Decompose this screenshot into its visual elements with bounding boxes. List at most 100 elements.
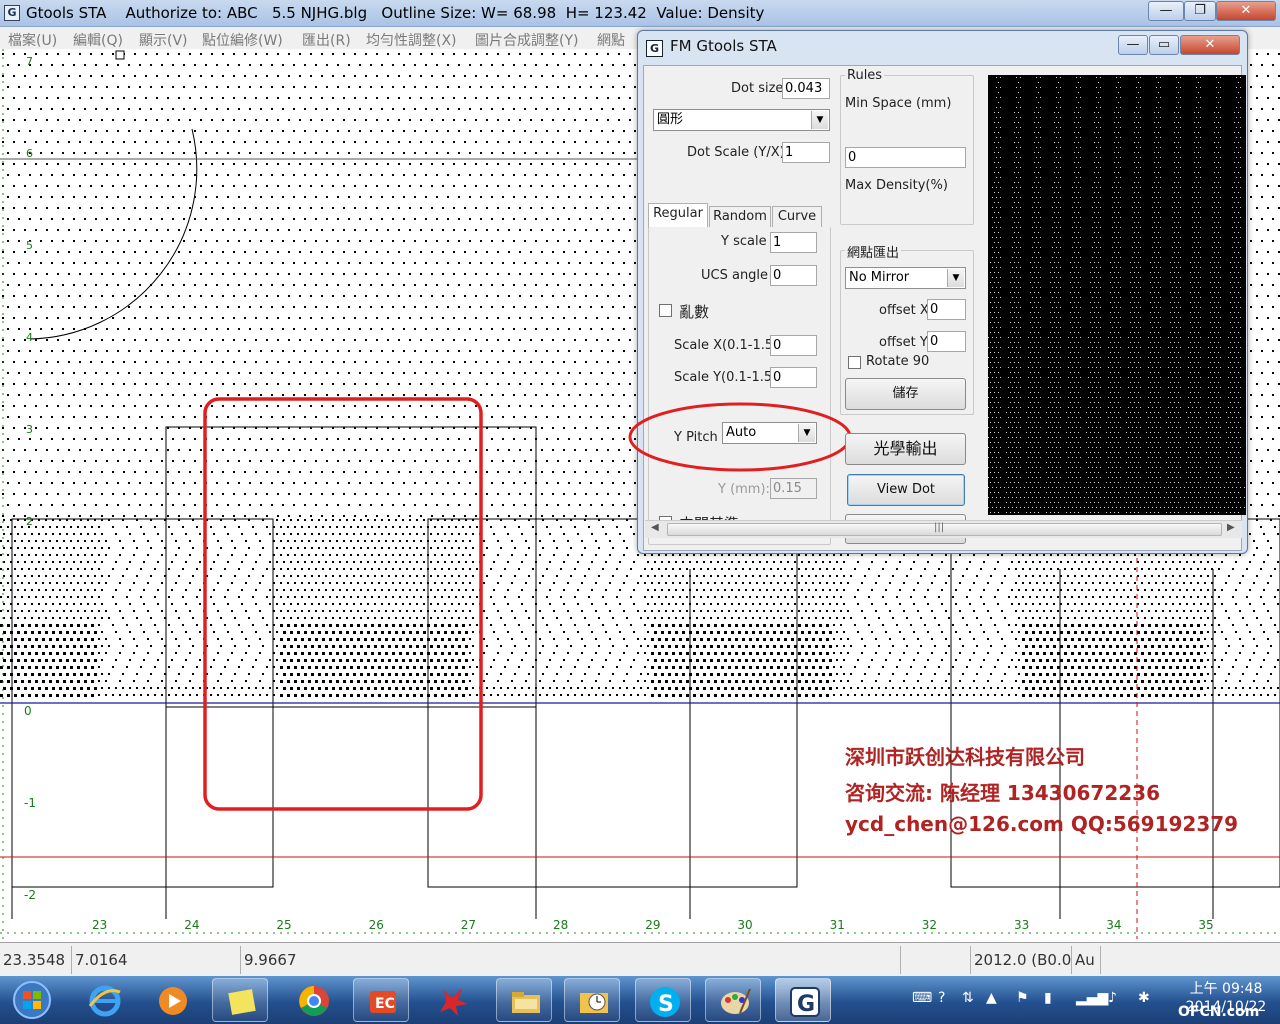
x-axis-ticks: 23 24 25 26 27 28 29 30 31 32 33 34 35 <box>92 918 1214 932</box>
annotation-rectangle <box>203 397 483 811</box>
tab-random[interactable]: Random <box>709 206 771 228</box>
site-watermark: OFCN.com <box>1178 1004 1260 1020</box>
horizontal-scrollbar[interactable]: ◀ ||| ▶ <box>645 520 1242 538</box>
dialog-minimize-button[interactable]: — <box>1118 35 1148 55</box>
skype-icon[interactable]: S <box>635 978 691 1022</box>
scroll-left-icon[interactable]: ◀ <box>651 522 659 533</box>
x-tick-label: 28 <box>553 918 568 932</box>
outlook-icon[interactable] <box>564 978 620 1022</box>
menu-uniformity[interactable]: 均勻性調整(X) <box>366 30 457 50</box>
x-tick-label: 33 <box>1014 918 1029 932</box>
mirror-select[interactable]: No Mirror ▼ <box>845 267 966 289</box>
battery-icon[interactable]: ▮ <box>1044 990 1052 1006</box>
flag-icon[interactable]: ⚑ <box>1016 990 1029 1006</box>
tab-curve[interactable]: Curve <box>772 206 822 228</box>
density-preview <box>988 75 1246 515</box>
gtools-icon: G <box>4 5 20 21</box>
scroll-right-icon[interactable]: ▶ <box>1227 522 1235 533</box>
watermark-company: 深圳市跃创达科技有限公司 <box>845 745 1085 769</box>
status-value: 9.9667 <box>244 951 297 969</box>
menu-export[interactable]: 匯出(R) <box>302 30 351 50</box>
people-icon[interactable]: ✱ <box>1138 990 1150 1006</box>
signal-icon[interactable]: ▂▄▆ <box>1076 990 1108 1006</box>
y-scale-input[interactable]: 1 <box>770 232 817 253</box>
scale-y-input[interactable]: 0 <box>770 367 817 388</box>
menu-file[interactable]: 檔案(U) <box>8 30 57 50</box>
menu-view[interactable]: 顯示(V) <box>139 30 188 50</box>
svg-text:EC: EC <box>375 996 395 1012</box>
dot-size-input[interactable]: 0.043 <box>782 78 830 99</box>
dialog-close-button[interactable]: ✕ <box>1180 35 1240 55</box>
restore-button[interactable]: ❐ <box>1184 1 1216 21</box>
paint-splash-icon[interactable] <box>424 978 480 1022</box>
x-tick-label: 30 <box>737 918 752 932</box>
y-tick-label: -1 <box>24 796 36 810</box>
dialog-maximize-button[interactable]: ▭ <box>1149 35 1179 55</box>
scale-x-input[interactable]: 0 <box>770 335 817 356</box>
x-tick-label: 24 <box>184 918 199 932</box>
x-tick-label: 26 <box>369 918 384 932</box>
export-label: 網點匯出 <box>845 242 902 261</box>
x-tick-label: 34 <box>1106 918 1121 932</box>
y-tick-label: -2 <box>24 888 36 902</box>
y-axis-ticks: 0 -1 -2 <box>24 704 36 902</box>
ucs-angle-input[interactable]: 0 <box>770 265 817 286</box>
menu-dot-edit[interactable]: 點位編修(W) <box>202 30 283 50</box>
y-mm-input[interactable]: 0.15 <box>770 478 817 499</box>
presentation-icon[interactable]: EC <box>353 978 409 1022</box>
menu-image-compose[interactable]: 圖片合成調整(Y) <box>475 30 578 50</box>
dot-scale-input[interactable]: 1 <box>782 142 830 163</box>
outline-arc <box>29 128 198 340</box>
svg-text:G: G <box>797 992 815 1017</box>
gtools-icon[interactable]: G <box>775 978 831 1022</box>
offset-x-input[interactable]: 0 <box>927 299 966 320</box>
offset-y-input[interactable]: 0 <box>927 331 966 352</box>
x-tick-label: 29 <box>645 918 660 932</box>
ie-icon[interactable] <box>76 978 132 1022</box>
close-button[interactable]: ✕ <box>1216 1 1276 21</box>
optical-output-button[interactable]: 光學輸出 <box>845 433 966 465</box>
svg-text:S: S <box>658 992 674 1017</box>
random-checkbox[interactable] <box>659 304 672 317</box>
chrome-icon[interactable] <box>285 978 341 1022</box>
chevron-down-icon: ▼ <box>811 111 828 129</box>
tray-expand-icon[interactable]: ▲ <box>986 990 997 1006</box>
save-button[interactable]: 儲存 <box>845 378 966 410</box>
status-bar: 23.3548 7.0164 9.9667 2012.0 (B0.0) Au <box>0 942 1280 976</box>
sticky-notes-icon[interactable] <box>212 978 268 1022</box>
offset-y-label: offset Y <box>879 335 928 350</box>
start-button[interactable] <box>2 978 62 1022</box>
window-title: Gtools STA Authorize to: ABC 5.5 NJHG.bl… <box>26 4 765 22</box>
start-orb-icon <box>13 981 51 1019</box>
x-tick-label: 27 <box>461 918 476 932</box>
menu-dots[interactable]: 網點 <box>597 30 625 50</box>
media-player-icon[interactable] <box>144 978 200 1022</box>
network-sync-icon[interactable]: ⇅ <box>962 990 974 1006</box>
view-dot-button[interactable]: View Dot <box>847 474 965 506</box>
app-window: G Gtools STA Authorize to: ABC 5.5 NJHG.… <box>0 0 1280 1024</box>
status-mode: Au <box>1075 951 1095 969</box>
left-mark-label: 5 <box>26 239 33 252</box>
title-bar: G Gtools STA Authorize to: ABC 5.5 NJHG.… <box>0 0 1280 27</box>
help-icon[interactable]: ? <box>938 990 945 1006</box>
scale-x-label: Scale X(0.1-1.5) <box>674 338 779 353</box>
paint-icon[interactable] <box>705 978 761 1022</box>
left-mark-label: 2 <box>26 515 33 528</box>
offset-x-label: offset X <box>879 303 929 318</box>
scroll-thumb[interactable]: ||| <box>667 522 1222 536</box>
min-space-input[interactable]: 0 <box>845 147 966 168</box>
keyboard-icon[interactable]: ⌨ <box>912 990 932 1006</box>
explorer-icon[interactable] <box>496 978 552 1022</box>
y-scale-label: Y scale <box>721 234 767 249</box>
min-space-label: Min Space (mm) <box>845 96 952 111</box>
menu-edit[interactable]: 編輯(Q) <box>73 30 123 50</box>
minimize-button[interactable]: — <box>1148 1 1184 21</box>
grip-handle[interactable] <box>115 50 125 60</box>
rotate-checkbox[interactable] <box>848 356 861 369</box>
tab-regular[interactable]: Regular <box>648 203 708 228</box>
shape-select[interactable]: 圓形 ▼ <box>653 109 830 131</box>
taskbar: EC S G ⌨ ? ⇅ ▲ ⚑ ▮ ▂▄▆ ♪ ✱ 上午 09:48 2014 <box>0 976 1280 1024</box>
volume-icon[interactable]: ♪ <box>1108 990 1117 1006</box>
dialog-title: FM Gtools STA <box>670 37 777 55</box>
x-tick-label: 23 <box>92 918 107 932</box>
